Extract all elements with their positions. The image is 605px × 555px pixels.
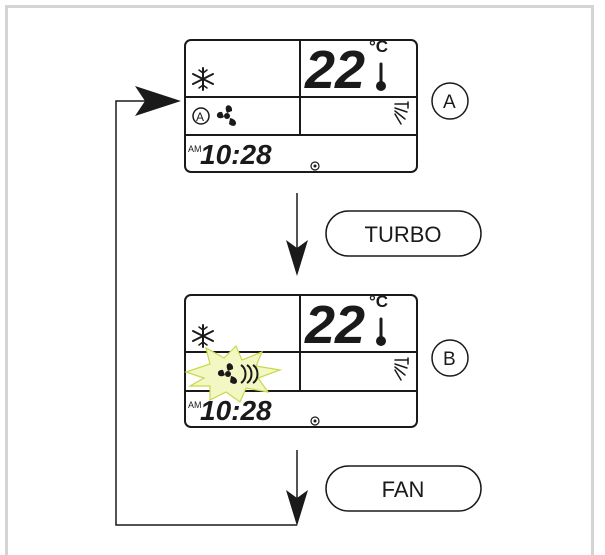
arrow-from-panel-b [286, 450, 308, 526]
label-b: B [431, 339, 469, 377]
panel-b-temperature: 22 [304, 295, 365, 355]
arrow-to-panel-b [286, 193, 308, 276]
panel-a-temp-unit: °C [369, 37, 388, 56]
panel-b-temp-unit: °C [369, 292, 388, 311]
display-panel-b: 22 °C AM 10:28 [184, 292, 418, 428]
fan-button[interactable]: FAN [325, 465, 482, 512]
svg-text:A: A [443, 92, 456, 113]
turbo-button-label: TURBO [365, 222, 442, 247]
diagram: 22 °C A AM 10:28 A TURBO 22 °C AM 10:28 … [115, 37, 482, 526]
panel-a-clock-time: 10:28 [200, 139, 272, 170]
display-panel-a: 22 °C A AM 10:28 [184, 37, 418, 173]
panel-b-clock-time: 10:28 [200, 395, 272, 426]
panel-a-temperature: 22 [304, 40, 365, 100]
turbo-button[interactable]: TURBO [325, 210, 482, 257]
fan-button-label: FAN [382, 477, 425, 502]
svg-text:A: A [196, 110, 204, 124]
label-a: A [431, 82, 469, 120]
svg-text:B: B [443, 349, 456, 370]
